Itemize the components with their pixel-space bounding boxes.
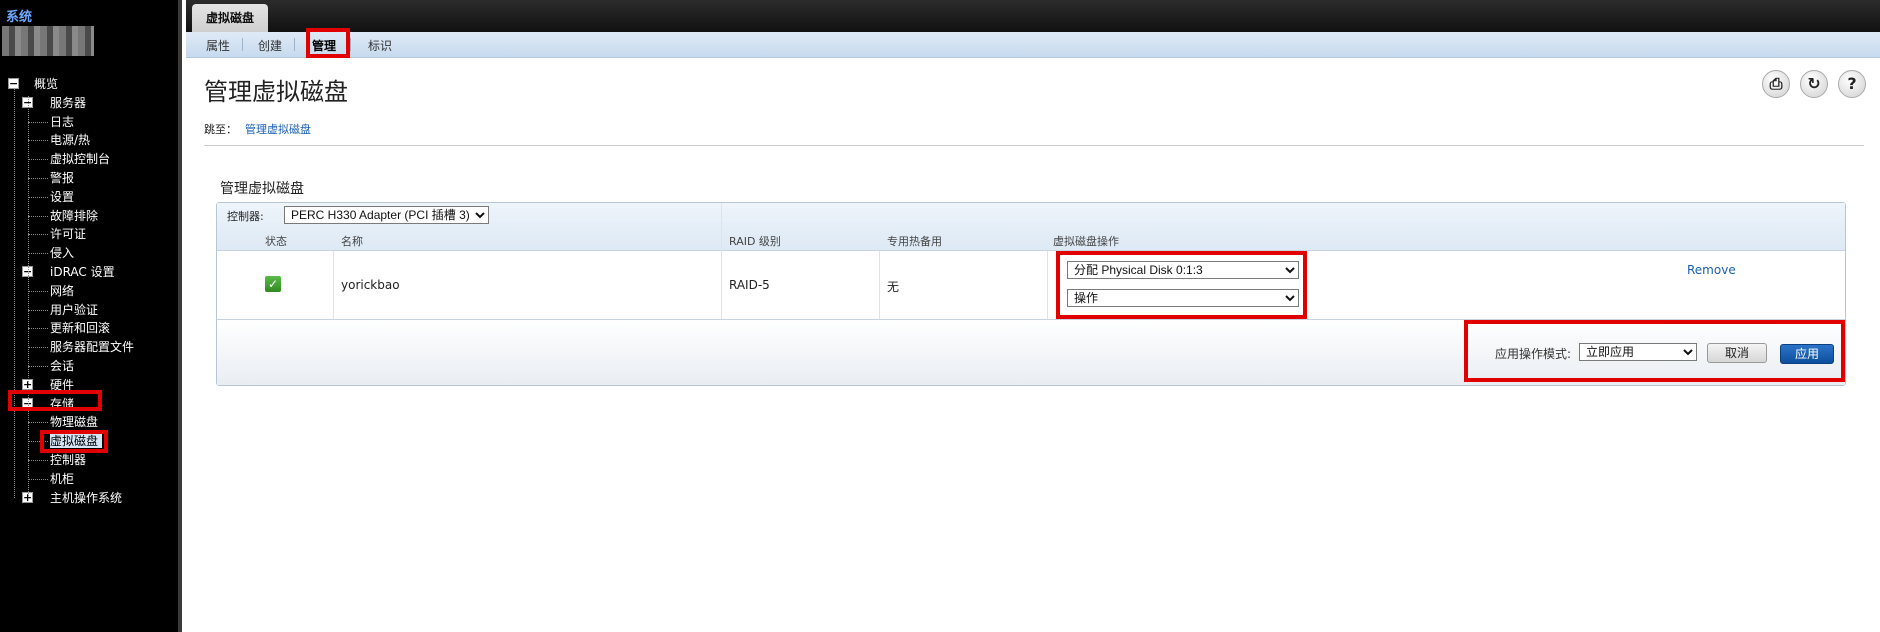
subnav-properties[interactable]: 属性	[206, 37, 230, 54]
divider	[204, 145, 1864, 146]
tree-connector	[28, 178, 48, 179]
subnav-identify[interactable]: 标识	[368, 37, 392, 54]
tree-node[interactable]: 侵入	[50, 246, 74, 260]
vd-operation-select[interactable]: 操作	[1067, 289, 1299, 307]
page-title: 管理虚拟磁盘	[204, 78, 348, 106]
remove-link[interactable]: Remove	[1687, 263, 1736, 277]
virtual-disk-panel: 控制器: PERC H330 Adapter (PCI 插槽 3) 状态 名称 …	[216, 202, 1846, 386]
col-raid: RAID 级别	[729, 235, 781, 248]
tree-node[interactable]: 许可证	[50, 227, 86, 241]
tab-virtual-disk[interactable]: 虚拟磁盘	[192, 4, 269, 32]
tree-connector	[28, 253, 48, 255]
hostname-redacted	[2, 26, 94, 56]
apply-mode-select[interactable]: 立即应用	[1579, 343, 1697, 361]
jump-to: 跳至： 管理虚拟磁盘	[204, 121, 311, 137]
tree-node[interactable]: 故障排除	[50, 209, 98, 223]
cancel-button[interactable]: 取消	[1707, 343, 1767, 363]
tree-connector	[28, 96, 29, 496]
subnav-create[interactable]: 创建	[258, 37, 282, 54]
help-icon[interactable]: ?	[1838, 70, 1866, 98]
tree-connector	[28, 422, 48, 424]
vd-operation-assign-select[interactable]: 分配 Physical Disk 0:1:3	[1067, 261, 1299, 279]
tree-connector	[28, 159, 48, 161]
tab-bar: 虚拟磁盘	[186, 0, 1880, 32]
tree-node[interactable]: 物理磁盘	[50, 415, 98, 429]
col-divider	[721, 203, 722, 319]
col-name: 名称	[341, 235, 363, 248]
tree-connector	[14, 88, 15, 498]
col-status: 状态	[265, 235, 287, 248]
tree-connector	[28, 290, 48, 292]
sub-navigation: 属性 创建 管理 标识	[186, 32, 1880, 58]
tree-node[interactable]: 警报	[50, 171, 74, 185]
panel-header: 控制器: PERC H330 Adapter (PCI 插槽 3) 状态 名称 …	[217, 203, 1845, 251]
jump-link[interactable]: 管理虚拟磁盘	[245, 123, 311, 136]
refresh-icon[interactable]: ↻	[1800, 70, 1828, 98]
tree-node[interactable]: 会话	[50, 359, 74, 373]
tree-node[interactable]: 服务器配置文件	[50, 340, 134, 354]
tree-node[interactable]: 虚拟控制台	[50, 152, 110, 166]
tree-node[interactable]: 网络	[50, 284, 74, 298]
tree-node[interactable]: 控制器	[50, 453, 86, 467]
controller-select[interactable]: PERC H330 Adapter (PCI 插槽 3)	[284, 206, 489, 224]
tree-node[interactable]: 概览	[34, 77, 58, 91]
tree-connector	[28, 478, 48, 480]
system-title: 系统	[6, 10, 33, 25]
tree-connector	[28, 196, 48, 198]
tree-node[interactable]: 设置	[50, 190, 74, 204]
print-icon[interactable]: ⎙	[1762, 70, 1790, 98]
tree-connector	[28, 215, 48, 217]
vd-raid-level: RAID-5	[729, 278, 770, 292]
tree-connector	[28, 328, 48, 330]
tree-connector	[28, 121, 48, 123]
subnav-separator	[294, 38, 295, 51]
status-ok-icon: ✓	[265, 276, 281, 292]
tree-node[interactable]: 更新和回滚	[50, 321, 110, 335]
vd-name: yorickbao	[341, 278, 400, 292]
tree-node[interactable]: 主机操作系统	[50, 491, 122, 505]
col-divider	[879, 251, 880, 319]
controller-label: 控制器:	[227, 210, 264, 223]
tree-node[interactable]: 存储	[50, 397, 74, 411]
jump-label: 跳至：	[204, 123, 237, 136]
subnav-separator	[242, 38, 243, 51]
tree-connector	[28, 347, 48, 349]
col-hotspare: 专用热备用	[887, 235, 942, 248]
apply-button[interactable]: 应用	[1780, 344, 1834, 364]
apply-mode-label: 应用操作模式:	[1495, 347, 1572, 361]
col-vd-operations: 虚拟磁盘操作	[1053, 235, 1119, 248]
tree-node[interactable]: 硬件	[50, 378, 74, 392]
tree-connector	[28, 234, 48, 236]
tree-connector	[28, 366, 48, 367]
col-divider	[333, 251, 334, 319]
col-divider	[1047, 251, 1048, 319]
tree-node[interactable]: iDRAC 设置	[50, 265, 115, 279]
section-title: 管理虚拟磁盘	[220, 181, 304, 197]
tree-node[interactable]: 日志	[50, 115, 74, 129]
panel-footer: 应用操作模式: 立即应用 取消 应用	[217, 319, 1845, 385]
tree-node[interactable]: 虚拟磁盘	[50, 434, 103, 449]
tree-connector	[28, 441, 48, 443]
tree-node[interactable]: 电源/热	[50, 133, 90, 147]
tree-connector	[28, 140, 48, 142]
tree-node[interactable]: 用户验证	[50, 303, 98, 317]
tree-node[interactable]: 服务器	[50, 96, 86, 110]
navigation-tree: 系统 − 概览 − 服务器 日志 电源/热 虚拟控制台 警报 设置 故障排除 许可证 侵入 − iDRAC…	[0, 0, 182, 632]
subnav-separator	[350, 38, 351, 51]
tree-connector	[28, 460, 48, 461]
vd-hotspare: 无	[887, 280, 900, 294]
subnav-manage[interactable]: 管理	[312, 37, 336, 54]
tree-node[interactable]: 机柜	[50, 472, 74, 486]
tree-connector	[28, 309, 48, 311]
